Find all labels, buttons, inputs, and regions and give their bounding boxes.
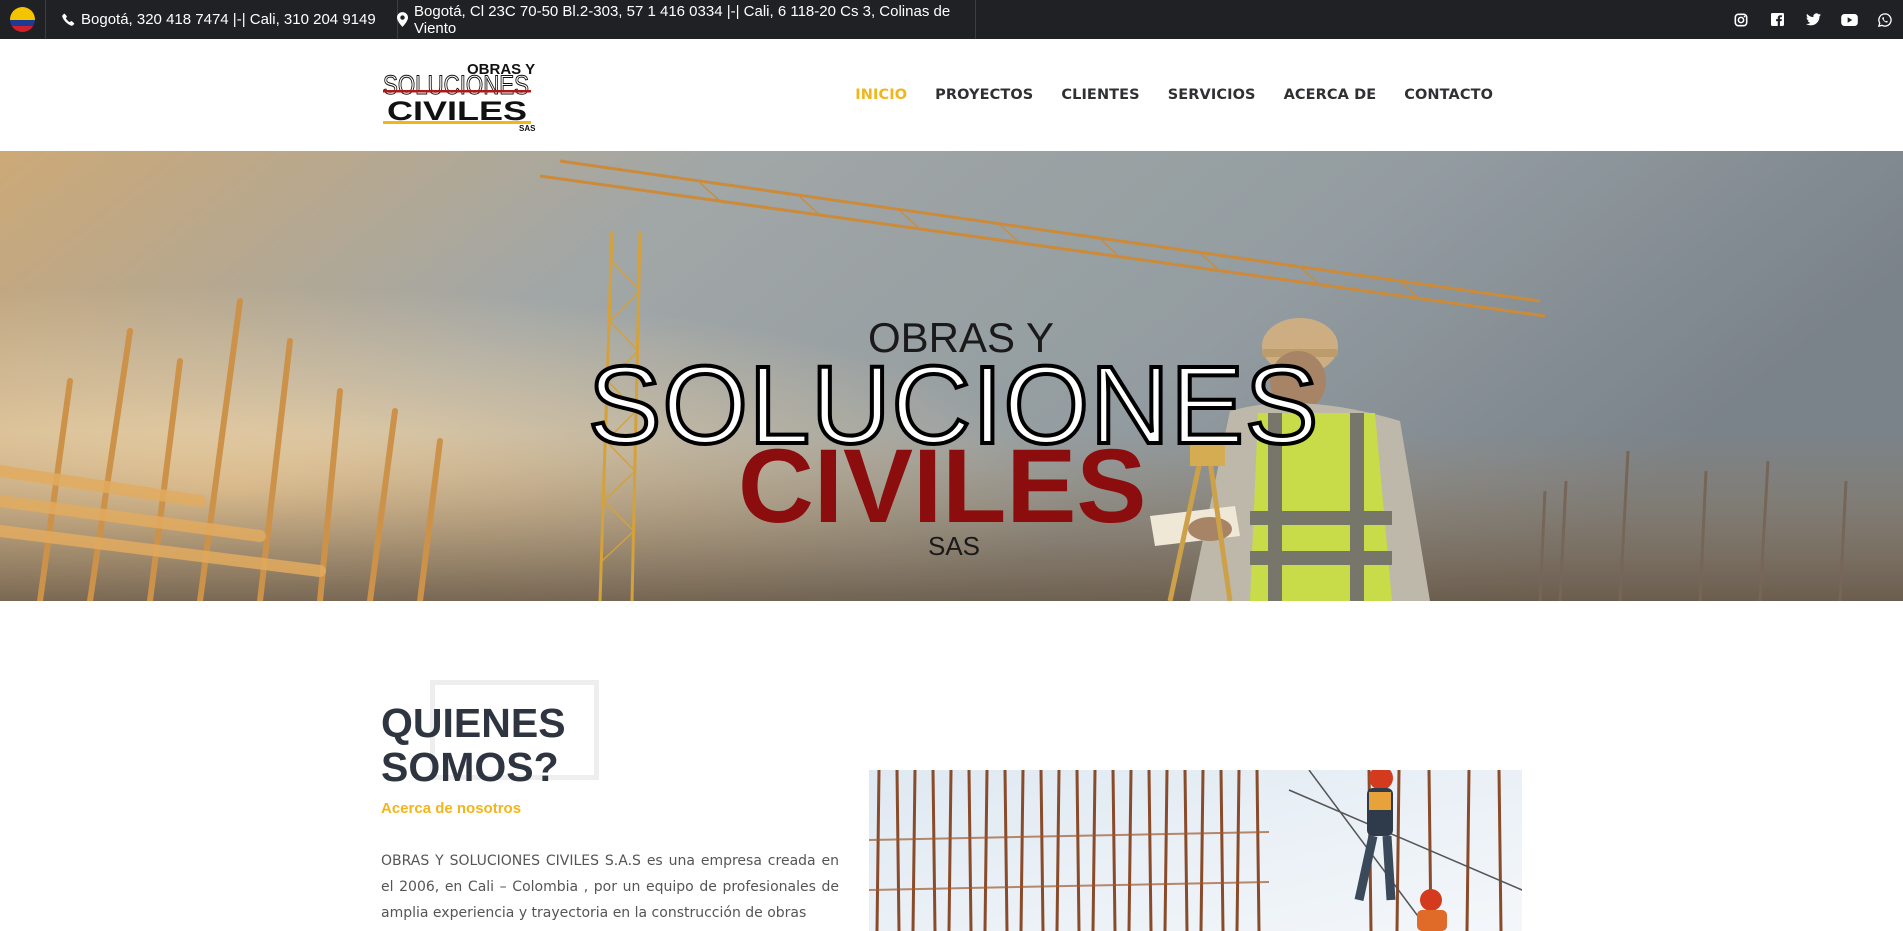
address-text: Bogotá, Cl 23C 70-50 Bl.2-303, 57 1 416 … (414, 2, 951, 37)
colombia-flag-icon (10, 7, 35, 32)
main-navigation: INICIO PROYECTOS CLIENTES SERVICIOS ACER… (855, 39, 1493, 151)
construction-workers-image (869, 770, 1522, 931)
facebook-icon[interactable] (1759, 0, 1795, 39)
top-bar: Bogotá, 320 418 7474 |-| Cali, 310 204 9… (0, 0, 1903, 39)
phone-icon (62, 13, 75, 26)
map-marker-icon (397, 12, 408, 27)
phone-numbers[interactable]: Bogotá, 320 418 7474 |-| Cali, 310 204 9… (46, 0, 398, 39)
hero-line-sas: SAS (928, 531, 981, 561)
about-section: QUIENES SOMOS? Acerca de nosotros OBRAS … (0, 601, 1903, 931)
nav-proyectos[interactable]: PROYECTOS (935, 87, 1033, 103)
social-links (1723, 0, 1903, 39)
hero-line-civiles: CIVILES (738, 428, 1147, 545)
hero-title: OBRAS Y SOLUCIONES CIVILES SAS (0, 151, 1903, 601)
site-header: OBRAS Y SOLUCIONES CIVILES SAS INICIO PR… (0, 39, 1903, 151)
phone-text: Bogotá, 320 418 7474 |-| Cali, 310 204 9… (81, 11, 376, 28)
about-subtitle: Acerca de nosotros (381, 800, 522, 817)
language-selector[interactable] (0, 0, 46, 39)
nav-acerca-de[interactable]: ACERCA DE (1284, 87, 1377, 103)
about-title: QUIENES SOMOS? (381, 700, 566, 790)
about-description: OBRAS Y SOLUCIONES CIVILES S.A.S es una … (381, 853, 839, 921)
nav-inicio[interactable]: INICIO (855, 87, 907, 103)
nav-clientes[interactable]: CLIENTES (1061, 87, 1139, 103)
youtube-icon[interactable] (1831, 0, 1867, 39)
company-logo[interactable]: OBRAS Y SOLUCIONES CIVILES SAS (381, 57, 541, 133)
twitter-icon[interactable] (1795, 0, 1831, 39)
nav-contacto[interactable]: CONTACTO (1404, 87, 1493, 103)
svg-text:SAS: SAS (519, 124, 536, 133)
instagram-icon[interactable] (1723, 0, 1759, 39)
whatsapp-icon[interactable] (1867, 0, 1903, 39)
hero-banner: OBRAS Y SOLUCIONES CIVILES SAS (0, 151, 1903, 601)
address-info[interactable]: Bogotá, Cl 23C 70-50 Bl.2-303, 57 1 416 … (379, 0, 976, 39)
nav-servicios[interactable]: SERVICIOS (1168, 87, 1256, 103)
